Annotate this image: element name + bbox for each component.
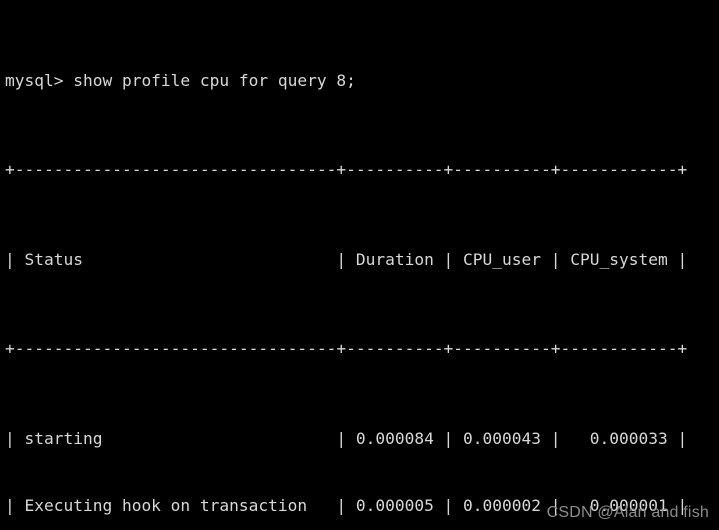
table-header-border: +---------------------------------+-----… [5,339,688,359]
terminal-window[interactable]: mysql> show profile cpu for query 8; +--… [0,0,719,530]
table-row: | starting | 0.000084 | 0.000043 | 0.000… [5,428,688,448]
table-top-border: +---------------------------------+-----… [5,160,688,180]
watermark-text: CSDN @Alan and fish [546,504,709,521]
table-header-row: | Status | Duration | CPU_user | CPU_sys… [5,249,688,269]
terminal-screen: mysql> show profile cpu for query 8; +--… [5,3,687,530]
command-line: mysql> show profile cpu for query 8; [5,71,356,91]
